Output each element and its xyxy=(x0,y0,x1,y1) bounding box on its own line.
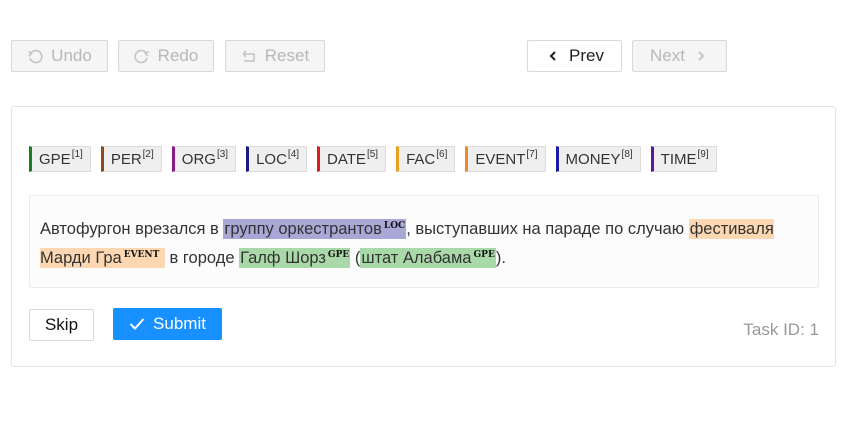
entity-tag: GPE xyxy=(473,250,495,260)
prev-button[interactable]: Prev xyxy=(527,40,622,72)
annotation-panel: GPE [1] PER [2] ORG [3] LOC [4] DATE [5] FAC[… xyxy=(11,106,836,367)
undo-icon xyxy=(27,48,43,64)
label-money[interactable]: MONEY [8] xyxy=(555,146,641,172)
undo-label: Undo xyxy=(51,46,92,65)
submit-button[interactable]: Submit xyxy=(113,308,222,340)
label-event[interactable]: EVENT [7] xyxy=(465,146,546,172)
entity-tag: EVENT xyxy=(123,250,160,260)
text-segment: ). xyxy=(495,249,506,267)
entity-gpe[interactable]: штат Алабама GPE xyxy=(360,248,496,268)
label-per[interactable]: PER [2] xyxy=(100,146,162,172)
chevron-left-icon xyxy=(545,48,561,64)
text-segment: Автофургон врезался в xyxy=(40,220,224,238)
text-segment: в городе xyxy=(164,249,240,267)
redo-label: Redo xyxy=(157,46,199,65)
next-label: Next xyxy=(650,46,685,65)
undo-button[interactable]: Undo xyxy=(11,40,108,72)
label-date[interactable]: DATE [5] xyxy=(317,146,387,172)
entity-loc[interactable]: группу оркестрантов LOC xyxy=(223,219,407,239)
label-time[interactable]: TIME [9] xyxy=(650,146,717,172)
next-button[interactable]: Next xyxy=(632,40,727,72)
redo-button[interactable]: Redo xyxy=(118,40,214,72)
check-icon xyxy=(129,317,145,331)
entity-gpe[interactable]: Галф Шорз GPE xyxy=(239,248,351,268)
skip-button[interactable]: Skip xyxy=(29,309,94,341)
text-segment: , выступавших на параде по случаю xyxy=(406,220,689,238)
label-gpe[interactable]: GPE [1] xyxy=(29,146,91,172)
prev-label: Prev xyxy=(569,46,604,65)
reset-icon xyxy=(241,48,257,64)
redo-icon xyxy=(134,48,150,64)
reset-label: Reset xyxy=(264,46,310,65)
entity-tag: LOC xyxy=(383,221,406,231)
text-segment: ( xyxy=(350,249,361,267)
entity-tag: GPE xyxy=(327,250,350,260)
annotation-text[interactable]: Автофургон врезался в группу оркестранто… xyxy=(29,195,819,288)
label-loc[interactable]: LOC [4] xyxy=(246,146,308,172)
label-fac[interactable]: FAC [6] xyxy=(396,146,456,172)
chevron-right-icon xyxy=(693,48,709,64)
label-list: GPE [1] PER [2] ORG [3] LOC [4] DATE [5] FAC[… xyxy=(29,146,717,172)
label-org[interactable]: ORG [3] xyxy=(171,146,237,172)
task-id: Task ID: 1 xyxy=(743,320,819,339)
reset-button[interactable]: Reset xyxy=(225,40,325,72)
